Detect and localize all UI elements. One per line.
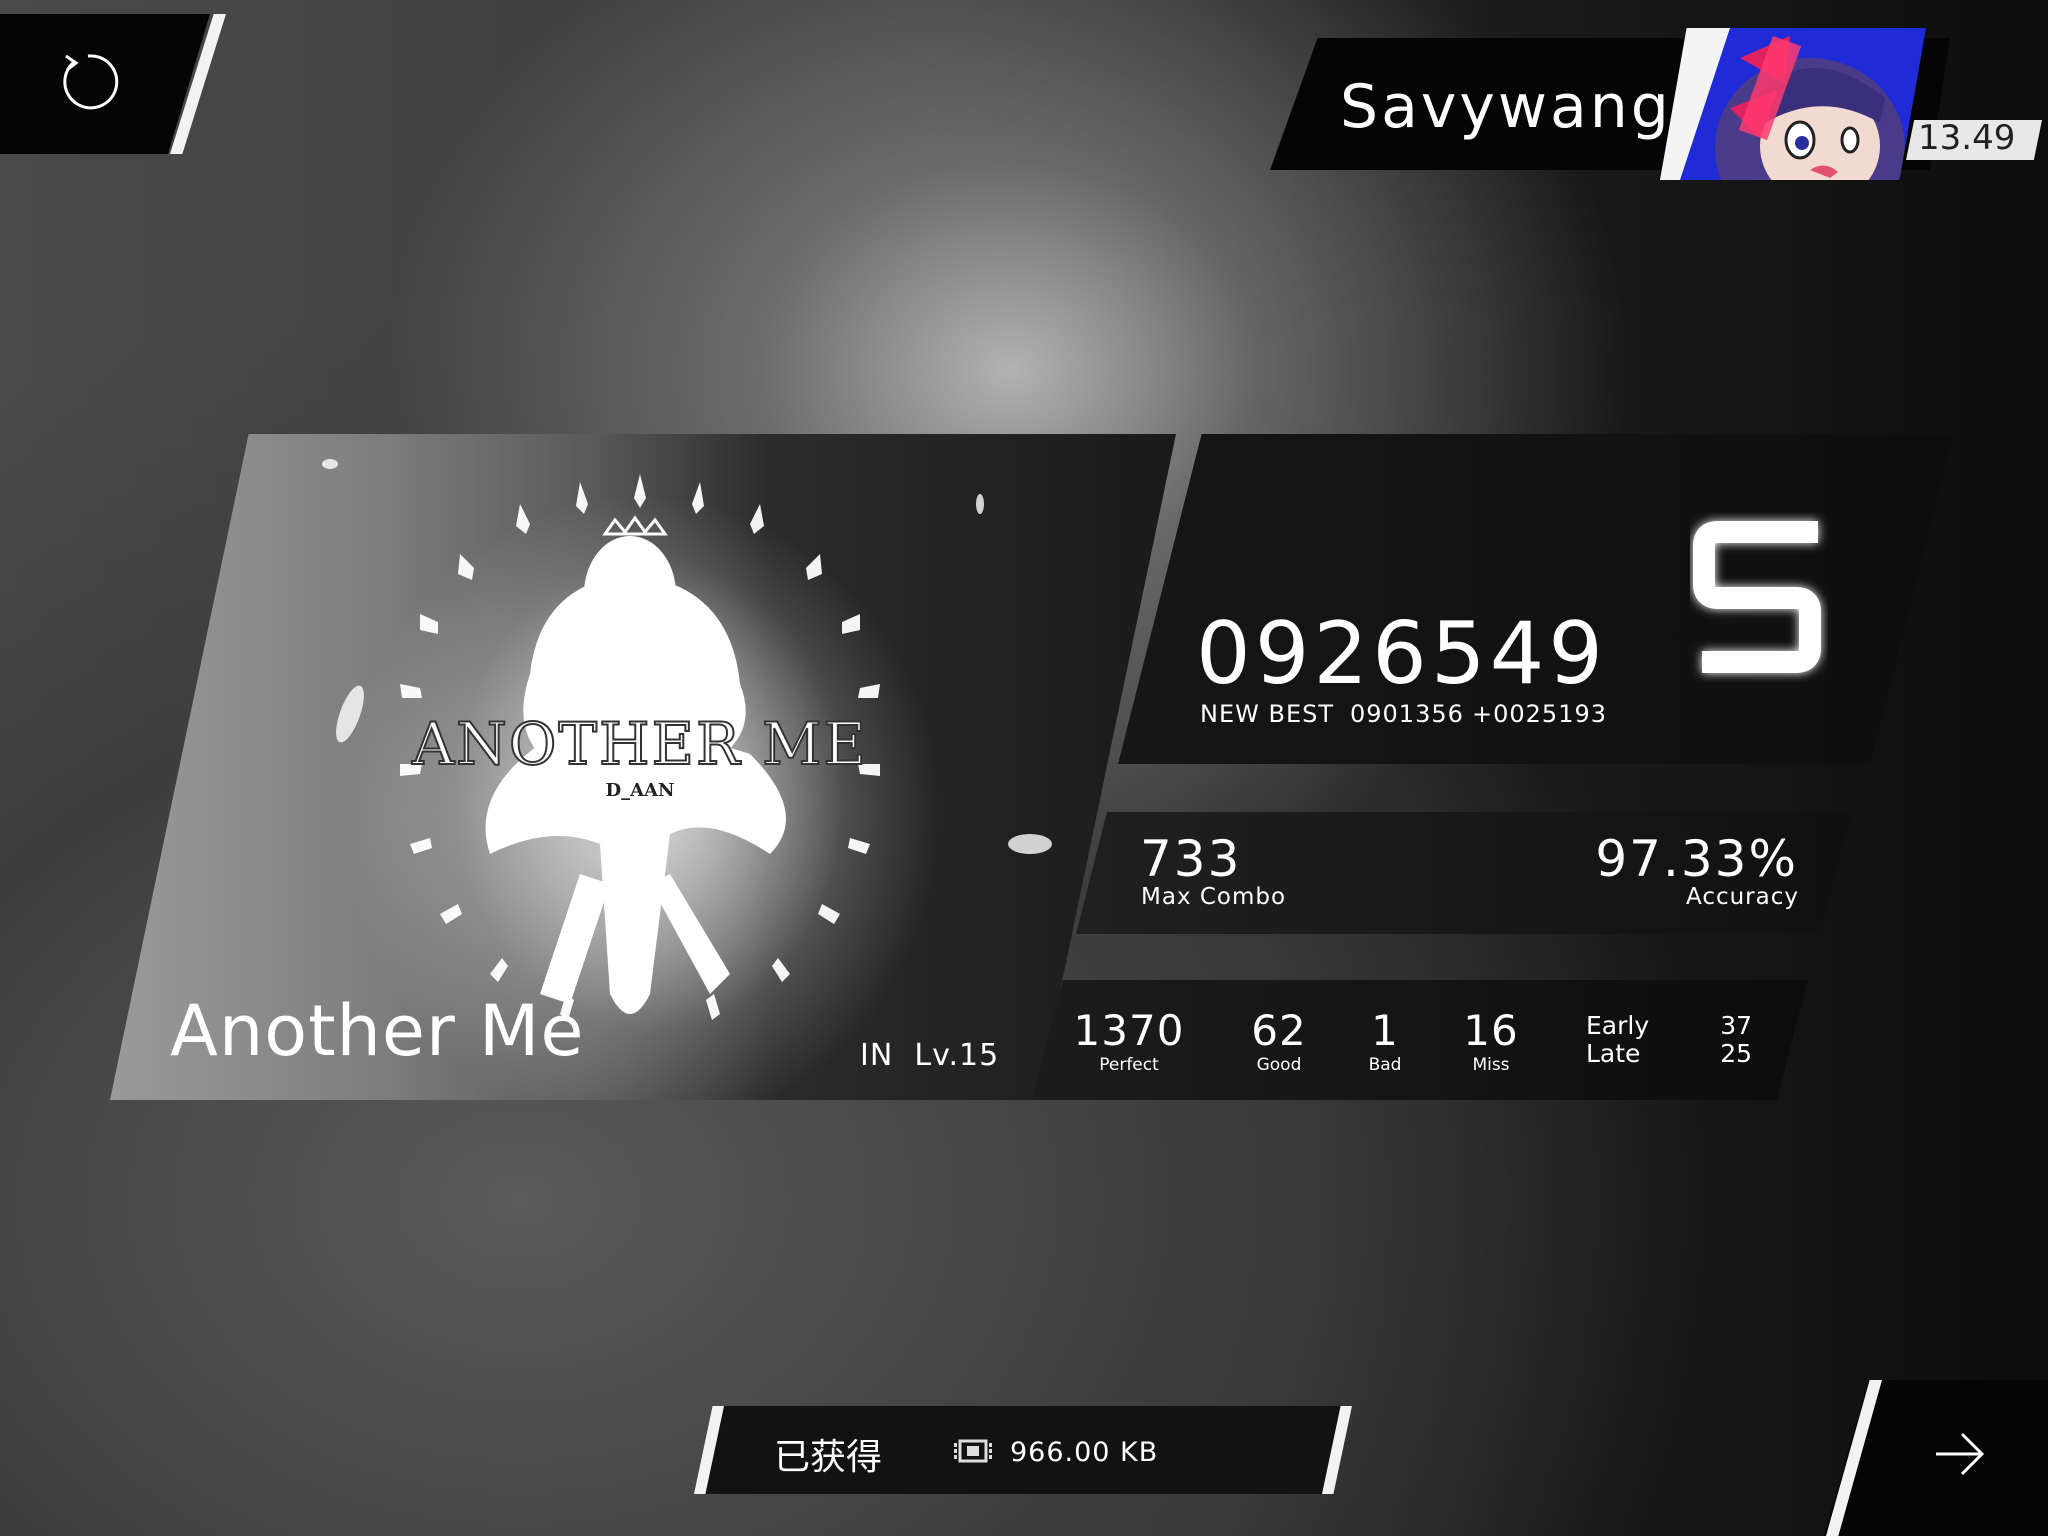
early-label: Early <box>1586 1011 1650 1040</box>
accuracy-label: Accuracy <box>1685 884 1799 910</box>
song-title: Another Me <box>170 990 585 1072</box>
early-count: 37 <box>1720 1011 1752 1040</box>
miss-label: Miss <box>1472 1055 1510 1075</box>
song-level: IN Lv.15 <box>860 1038 999 1073</box>
late-count: 25 <box>1720 1039 1752 1068</box>
reward-amount: 966.00 KB <box>1010 1437 1159 1468</box>
avatar[interactable] <box>1660 28 1926 180</box>
early-late-values: 37 25 <box>1718 1012 1752 1068</box>
retry-icon[interactable] <box>56 50 120 114</box>
grade-badge: S <box>1693 521 1821 673</box>
max-combo-label: Max Combo <box>1141 884 1287 910</box>
arrow-right-icon[interactable] <box>1930 1424 1990 1484</box>
new-best-label: NEW BEST <box>1200 700 1334 728</box>
data-chip-icon <box>954 1439 992 1463</box>
miss-count: 16 <box>1463 1006 1519 1055</box>
perfect-label: Perfect <box>1099 1055 1159 1075</box>
rks-value: 13.49 <box>1918 118 2016 158</box>
art-artist: D_AAN <box>606 780 675 801</box>
player-name: Savywang <box>1340 72 1672 142</box>
early-late-labels: Early Late <box>1586 1012 1649 1068</box>
judgement-miss: 16 Miss <box>1426 1006 1556 1075</box>
score-value: 0926549 <box>1196 604 1608 704</box>
perfect-count: 1370 <box>1073 1006 1185 1055</box>
previous-best: 0901356 <box>1350 700 1464 728</box>
accuracy-value: 97.33% <box>1595 830 1798 888</box>
grade-letter: S <box>1759 611 1760 613</box>
late-label: Late <box>1586 1039 1641 1068</box>
avatar-image <box>1660 28 1926 180</box>
song-level-value: Lv.15 <box>914 1038 1000 1073</box>
song-difficulty: IN <box>860 1038 894 1073</box>
art-title: ANOTHER ME <box>411 710 868 778</box>
judgement-perfect: 1370 Perfect <box>1064 1006 1194 1075</box>
score-delta: +0025193 <box>1472 700 1607 728</box>
max-combo-value: 733 <box>1140 830 1242 888</box>
reward-label: 已获得 <box>774 1437 883 1478</box>
